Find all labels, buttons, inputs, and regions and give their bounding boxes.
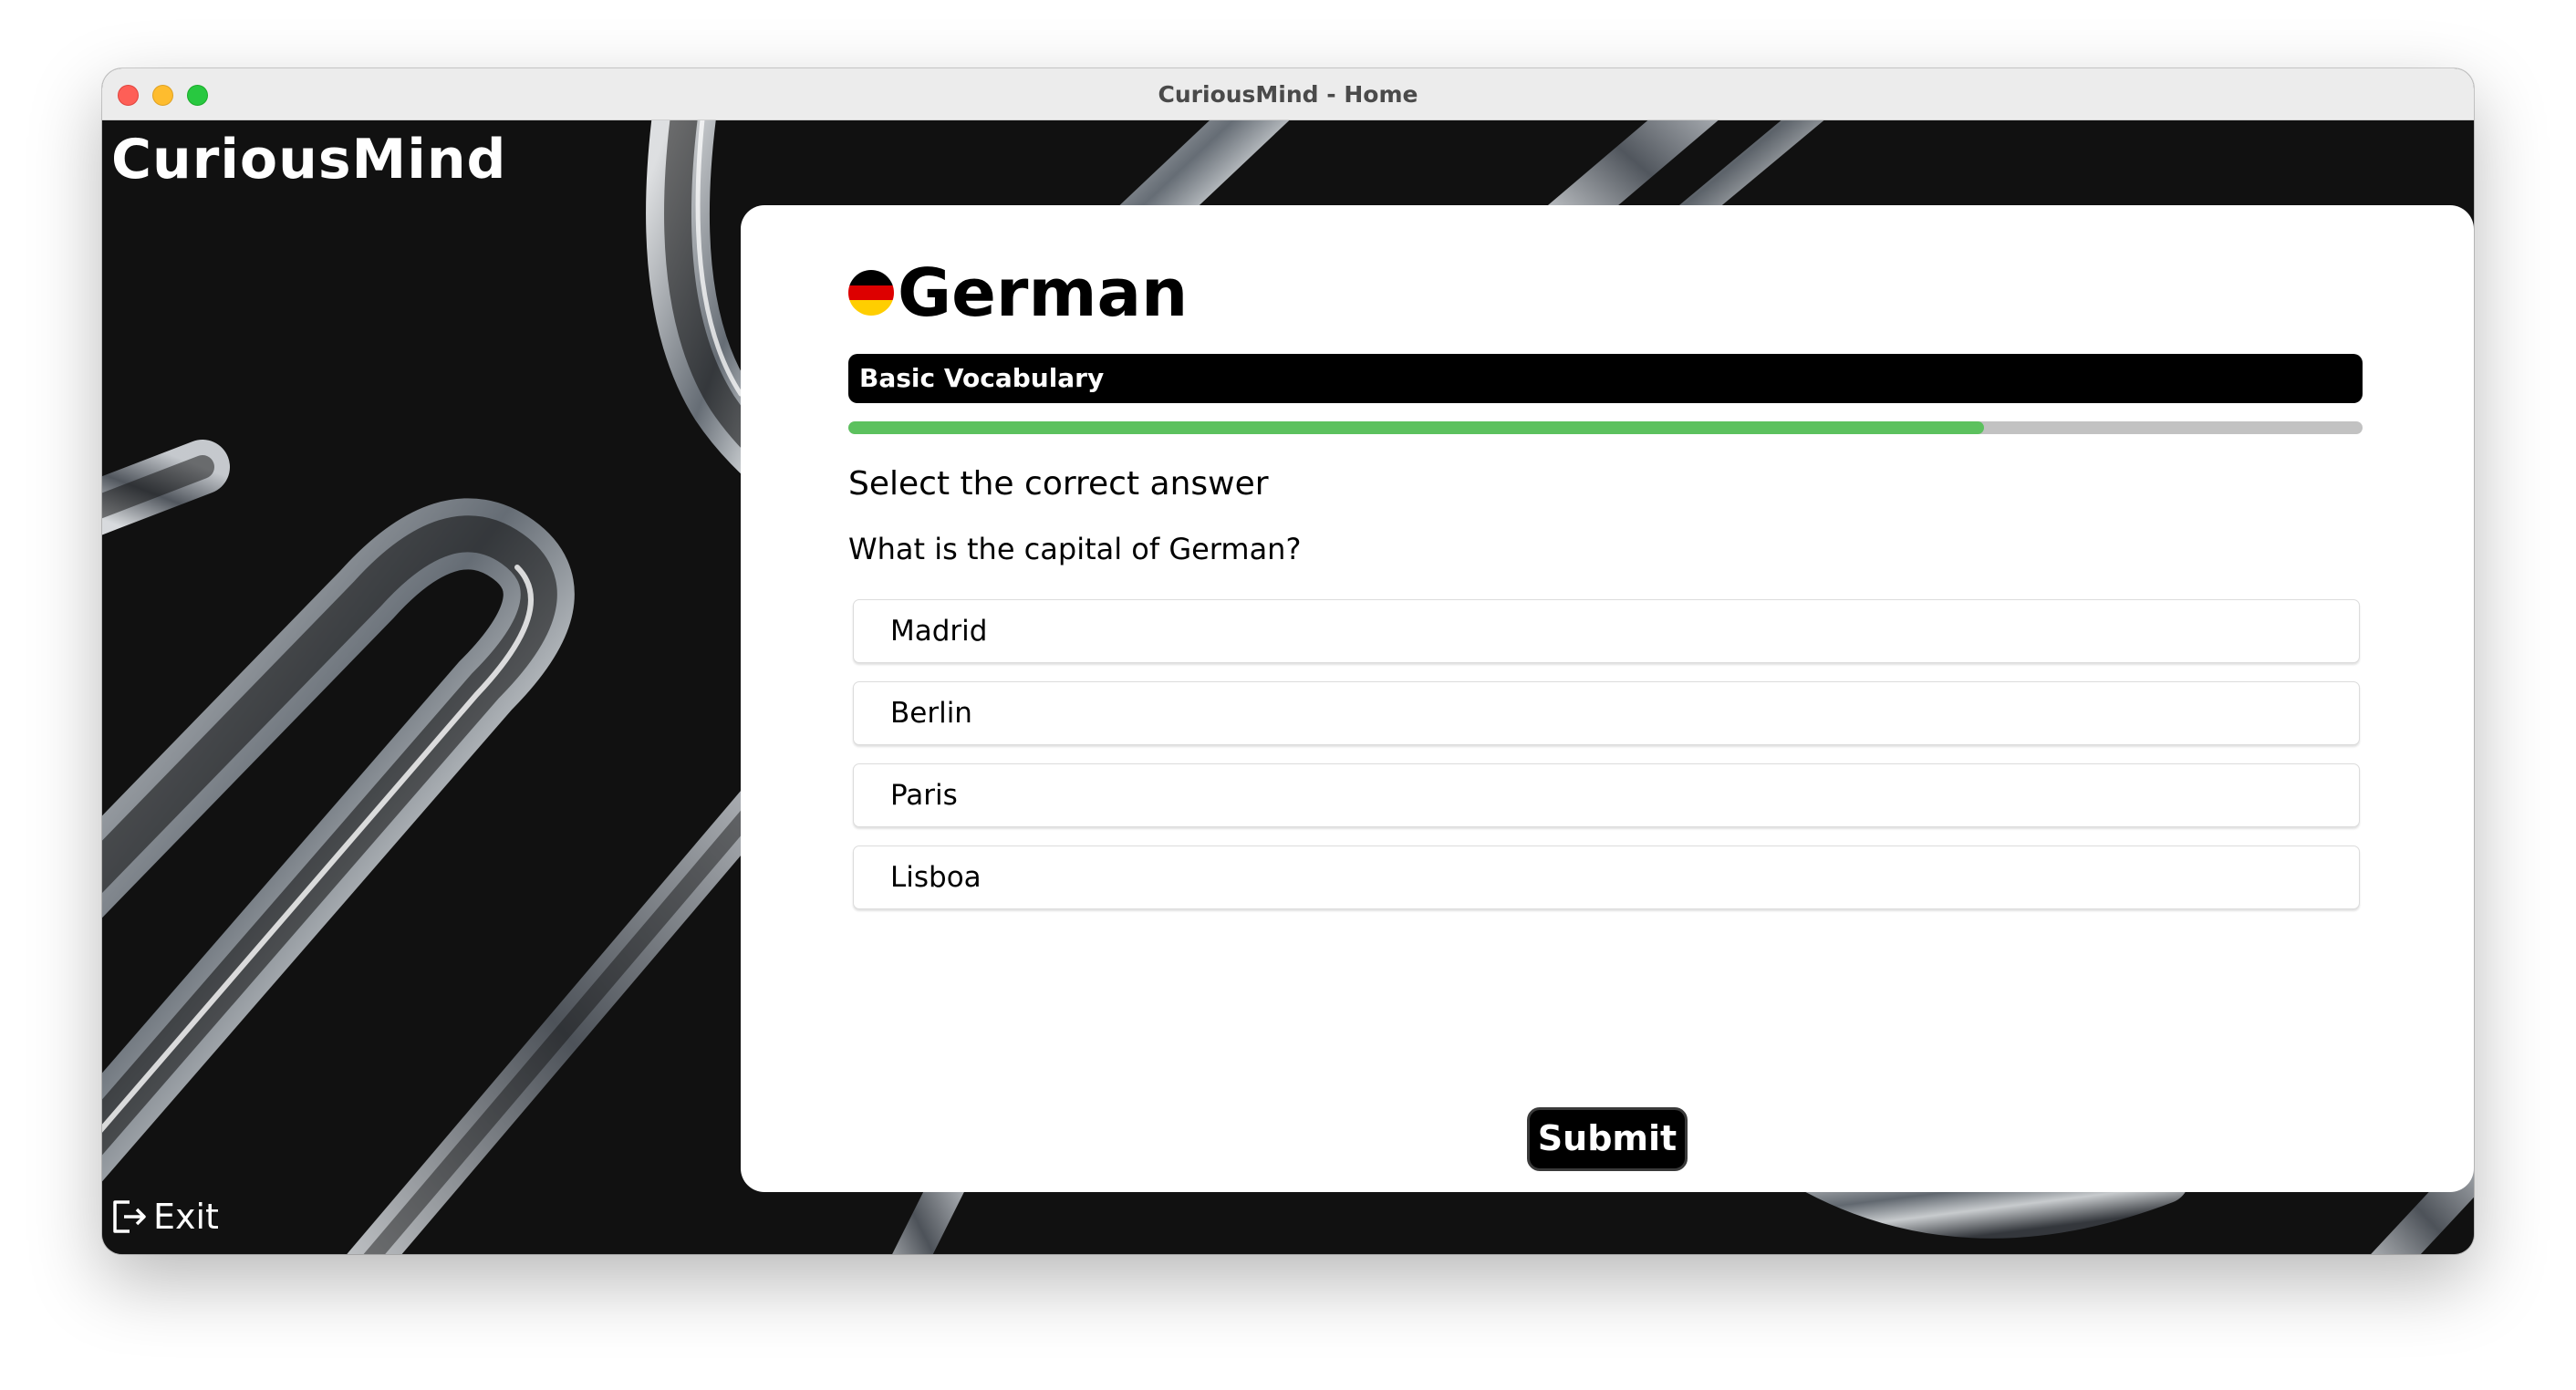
answer-option[interactable]: Paris — [853, 763, 2360, 827]
quiz-card: German Basic Vocabulary Select the corre… — [741, 205, 2474, 1192]
language-header: German — [848, 260, 1188, 326]
submit-button[interactable]: Submit — [1527, 1107, 1688, 1171]
answer-option[interactable]: Lisboa — [853, 845, 2360, 909]
brand-logo-text: CuriousMind — [111, 128, 507, 192]
exit-button[interactable]: Exit — [109, 1197, 219, 1237]
progress-fill — [848, 421, 1984, 434]
question-text: What is the capital of German? — [848, 532, 1302, 566]
exit-label: Exit — [153, 1197, 219, 1237]
exit-icon — [113, 1200, 146, 1233]
app-content: CuriousMind Exit German Basic Vocabulary… — [102, 120, 2474, 1254]
answer-option[interactable]: Madrid — [853, 599, 2360, 663]
screen: CuriousMind - Home CuriousMind Exit Germ… — [0, 0, 2576, 1390]
app-window: CuriousMind - Home CuriousMind Exit Germ… — [102, 68, 2474, 1254]
instruction-text: Select the correct answer — [848, 465, 1269, 503]
window-title: CuriousMind - Home — [1158, 81, 1418, 108]
germany-flag-icon — [848, 270, 894, 316]
answer-options: Madrid Berlin Paris Lisboa — [853, 599, 2360, 928]
topic-bar: Basic Vocabulary — [848, 354, 2363, 403]
answer-option[interactable]: Berlin — [853, 681, 2360, 745]
language-title: German — [898, 254, 1189, 331]
progress-bar — [848, 421, 2363, 434]
title-bar: CuriousMind - Home — [102, 68, 2474, 120]
